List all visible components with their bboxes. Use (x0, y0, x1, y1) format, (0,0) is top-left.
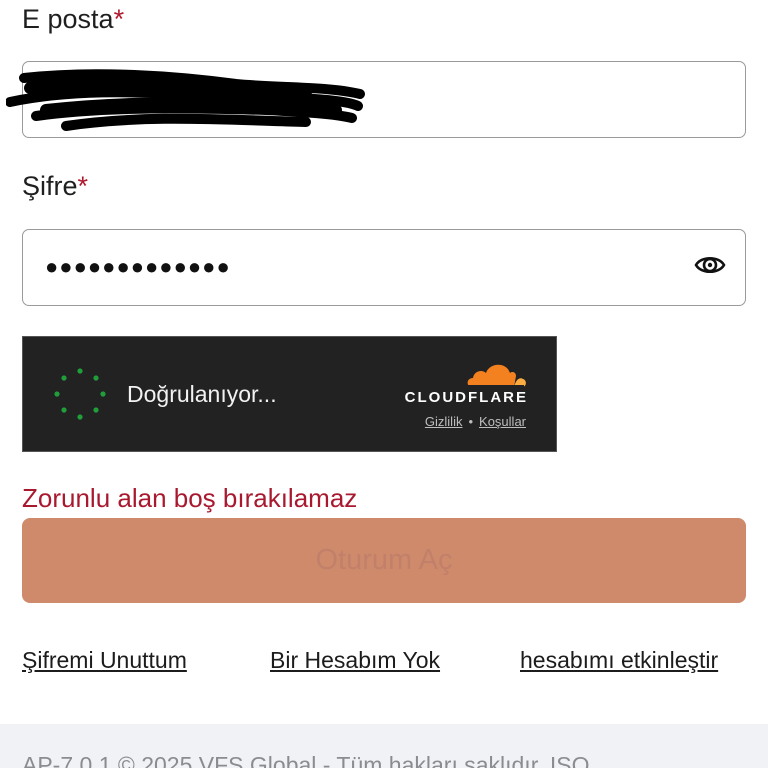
footer-text: AP-7.0.1 © 2025 VFS Global - Tüm hakları… (22, 752, 590, 768)
footer: AP-7.0.1 © 2025 VFS Global - Tüm hakları… (0, 724, 768, 768)
error-message: Zorunlu alan boş bırakılamaz (22, 483, 358, 513)
terms-link[interactable]: Koşullar (479, 414, 526, 429)
forgot-password-link[interactable]: Şifremi Unuttum (22, 647, 187, 674)
redaction-scribble (6, 69, 365, 131)
captcha-widget[interactable]: Doğrulanıyor... CLOUDFLARE Gizlilik • Koşu… (22, 336, 557, 452)
password-label-text: Şifre (22, 171, 78, 201)
email-label: E posta* (22, 4, 124, 35)
cloudflare-cloud-icon (467, 364, 526, 388)
login-button[interactable]: Oturum Aç (22, 518, 746, 603)
password-label: Şifre* (22, 171, 88, 202)
privacy-link[interactable]: Gizlilik (425, 414, 463, 429)
captcha-links: Gizlilik • Koşullar (425, 414, 526, 429)
captcha-status: Doğrulanıyor... (127, 381, 277, 407)
cloudflare-brand: CLOUDFLARE (404, 389, 528, 406)
spinner-icon (54, 368, 106, 420)
activate-account-link[interactable]: hesabımı etkinleştir (520, 647, 718, 674)
required-mark: * (113, 4, 125, 34)
eye-icon[interactable] (693, 248, 727, 282)
no-account-link[interactable]: Bir Hesabım Yok (270, 647, 440, 674)
password-field[interactable]: ●●●●●●●●●●●●● (22, 229, 746, 306)
email-label-text: E posta (22, 4, 114, 34)
link-separator: • (468, 414, 474, 429)
password-value: ●●●●●●●●●●●●● (45, 254, 231, 279)
required-mark: * (77, 171, 89, 201)
